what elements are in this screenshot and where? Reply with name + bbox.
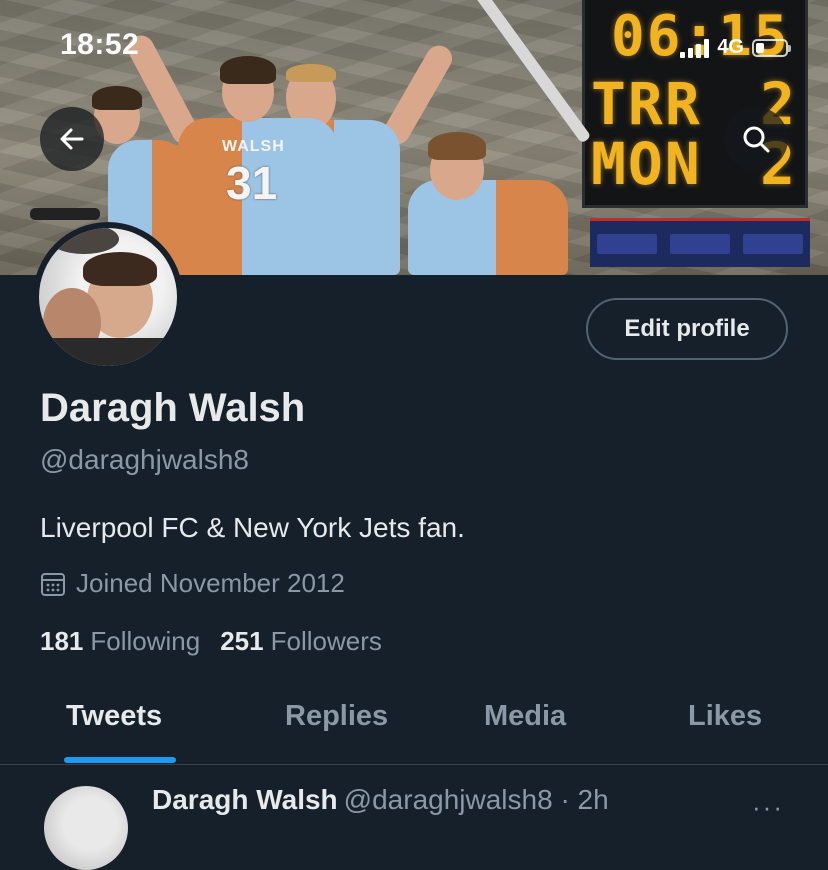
edit-profile-button[interactable]: Edit profile (586, 298, 788, 360)
tab-tweets[interactable]: Tweets (66, 700, 162, 733)
avatar-hair (83, 252, 157, 286)
player-hair (92, 86, 142, 110)
player-right (408, 180, 568, 275)
search-icon (743, 126, 770, 153)
player-hair (220, 56, 276, 84)
following-label: Following (90, 626, 201, 656)
battery-level (756, 42, 764, 53)
scoreboard-home-team: TRR (591, 70, 702, 138)
more-options-icon[interactable]: ··· (752, 792, 784, 823)
joined-date: Joined November 2012 (40, 568, 345, 599)
search-button[interactable] (724, 107, 788, 171)
followers-link[interactable]: 251 Followers (220, 626, 382, 657)
jersey-number: 31 (226, 157, 278, 209)
profile-bio: Liverpool FC & New York Jets fan. (40, 512, 465, 543)
signal-icon (680, 38, 710, 58)
status-time: 18:52 (60, 28, 140, 61)
tab-replies[interactable]: Replies (285, 700, 388, 733)
status-indicators: 4G (680, 36, 791, 59)
follow-stats: 181 Following 251 Followers (40, 626, 382, 657)
tweet-meta: @daraghjwalsh8 · 2h (343, 784, 609, 815)
followers-label: Followers (270, 626, 382, 656)
back-button[interactable] (40, 107, 104, 171)
tweet-author-name[interactable]: Daragh Walsh (152, 784, 338, 815)
calendar-icon (41, 572, 65, 596)
advertising-boards (590, 218, 810, 267)
followers-count: 251 (220, 626, 264, 656)
hockey-stick (30, 208, 100, 220)
active-tab-indicator (64, 757, 176, 763)
tab-likes[interactable]: Likes (688, 700, 762, 733)
battery-icon (752, 38, 791, 57)
scoreboard: 06:15 TRR 2 MON 2 (582, 0, 808, 208)
arrow-left-icon (60, 128, 84, 150)
tweet-avatar[interactable] (44, 786, 128, 870)
player-hair (286, 64, 336, 82)
ad-board (596, 234, 657, 254)
network-type: 4G (717, 36, 744, 58)
tweet-header: Daragh Walsh @daraghjwalsh8 · 2h (152, 784, 609, 816)
scoreboard-away-team: MON (591, 130, 702, 198)
profile-tabs: Tweets Replies Media Likes (0, 680, 828, 765)
display-name: Daragh Walsh (40, 386, 306, 430)
tab-media[interactable]: Media (484, 700, 566, 733)
user-handle: @daraghjwalsh8 (40, 444, 249, 475)
following-link[interactable]: 181 Following (40, 626, 200, 657)
following-count: 181 (40, 626, 84, 656)
ad-board (669, 234, 730, 254)
avatar-shadow (39, 338, 177, 366)
player-hair (428, 132, 486, 160)
ad-board (743, 234, 804, 254)
profile-avatar[interactable] (33, 222, 183, 372)
joined-label: Joined November 2012 (76, 568, 345, 598)
jersey-name: WALSH (222, 138, 285, 155)
avatar-photo (39, 228, 177, 366)
avatar-dark-top (49, 228, 119, 254)
